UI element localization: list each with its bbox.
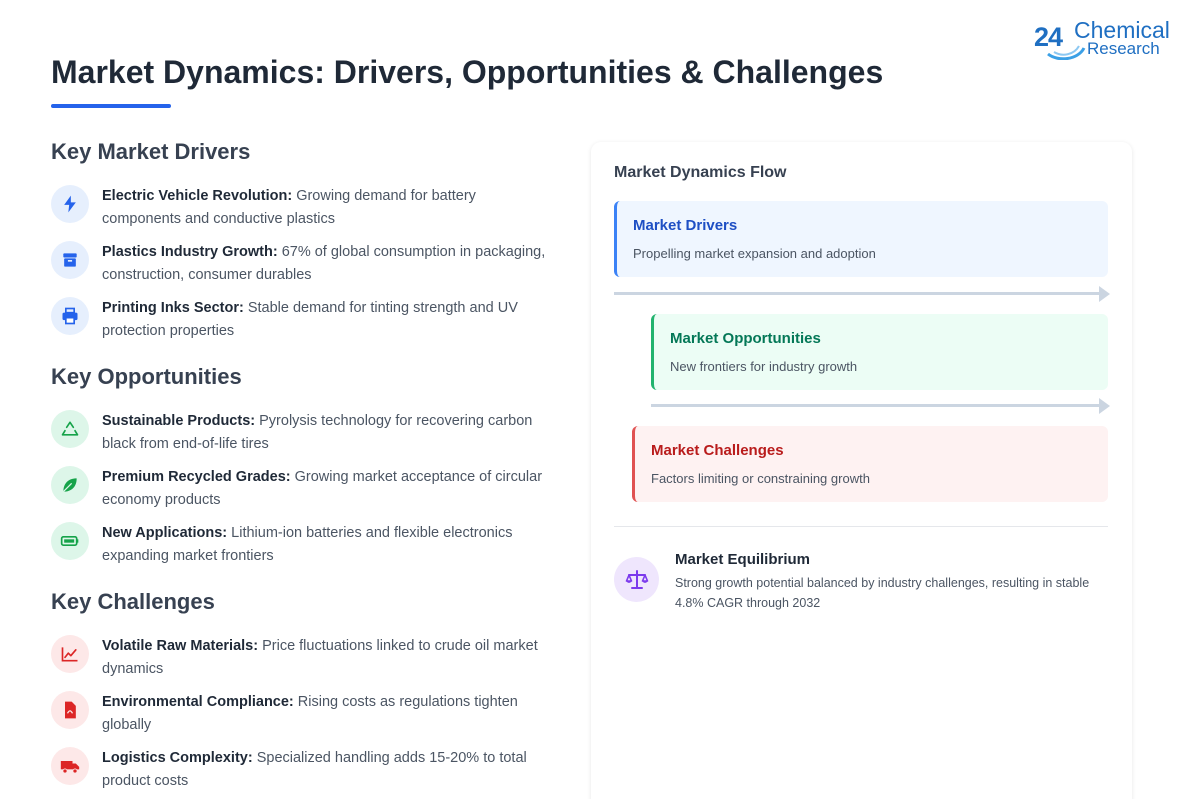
driver-item-plastics: Plastics Industry Growth: 67% of global … — [51, 241, 561, 287]
market-dynamics-flow-panel: Market Dynamics Flow Market Drivers Prop… — [591, 142, 1132, 799]
flow-box-drivers: Market Drivers Propelling market expansi… — [614, 201, 1108, 277]
challenges-section-title: Key Challenges — [51, 589, 215, 614]
challenge-item-text: Volatile Raw Materials: Price fluctuatio… — [102, 638, 538, 677]
recycle-icon — [51, 410, 89, 448]
flow-arrow-icon — [614, 286, 1110, 302]
flow-box-description: Propelling market expansion and adoption — [633, 246, 876, 261]
lightning-bolt-icon — [51, 185, 89, 223]
flow-panel-title: Market Dynamics Flow — [614, 164, 787, 181]
page-title: Market Dynamics: Drivers, Opportunities … — [51, 54, 884, 90]
challenge-item-raw-materials: Volatile Raw Materials: Price fluctuatio… — [51, 635, 561, 681]
box-icon — [51, 241, 89, 279]
panel-divider — [614, 526, 1108, 527]
challenge-item-text: Environmental Compliance: Rising costs a… — [102, 694, 518, 733]
flow-box-heading: Market Challenges — [651, 442, 784, 459]
flow-box-challenges: Market Challenges Factors limiting or co… — [632, 426, 1108, 502]
truck-icon — [51, 747, 89, 785]
logo-number: 24 — [1034, 22, 1063, 52]
flow-box-heading: Market Opportunities — [670, 330, 821, 347]
flow-box-opportunities: Market Opportunities New frontiers for i… — [651, 314, 1108, 390]
leaf-icon — [51, 466, 89, 504]
balance-scale-icon — [614, 557, 659, 602]
challenge-item-text: Logistics Complexity: Specialized handli… — [102, 750, 527, 789]
flow-box-heading: Market Drivers — [633, 217, 738, 234]
driver-item-text: Electric Vehicle Revolution: Growing dem… — [102, 188, 476, 227]
flow-arrow-icon — [651, 398, 1110, 414]
challenge-item-logistics: Logistics Complexity: Specialized handli… — [51, 747, 561, 793]
line-chart-icon — [51, 635, 89, 673]
equilibrium-description: Strong growth potential balanced by indu… — [675, 576, 1090, 610]
driver-item-inks: Printing Inks Sector: Stable demand for … — [51, 297, 561, 343]
opportunity-item-text: Premium Recycled Grades: Growing market … — [102, 469, 543, 508]
flow-box-description: Factors limiting or constraining growth — [651, 471, 870, 486]
challenge-item-compliance: Environmental Compliance: Rising costs a… — [51, 691, 561, 737]
equilibrium-title: Market Equilibrium — [675, 551, 811, 568]
opportunity-item-text: Sustainable Products: Pyrolysis technolo… — [102, 413, 533, 452]
company-logo: 24 Chemical Research — [1034, 14, 1174, 62]
battery-icon — [51, 522, 89, 560]
opportunity-item-applications: New Applications: Lithium-ion batteries … — [51, 522, 561, 568]
driver-item-text: Plastics Industry Growth: 67% of global … — [102, 244, 546, 283]
document-icon — [51, 691, 89, 729]
flow-box-description: New frontiers for industry growth — [670, 359, 858, 374]
driver-item-text: Printing Inks Sector: Stable demand for … — [102, 300, 518, 339]
printer-icon — [51, 297, 89, 335]
drivers-section-title: Key Market Drivers — [51, 139, 251, 164]
logo-text-research: Research — [1087, 39, 1160, 58]
opportunity-item-text: New Applications: Lithium-ion batteries … — [102, 525, 513, 564]
driver-item-ev: Electric Vehicle Revolution: Growing dem… — [51, 185, 561, 231]
opportunity-item-sustainable: Sustainable Products: Pyrolysis technolo… — [51, 410, 561, 456]
title-underline — [51, 104, 171, 108]
opportunity-item-recycled: Premium Recycled Grades: Growing market … — [51, 466, 561, 512]
opportunities-section-title: Key Opportunities — [51, 364, 242, 389]
